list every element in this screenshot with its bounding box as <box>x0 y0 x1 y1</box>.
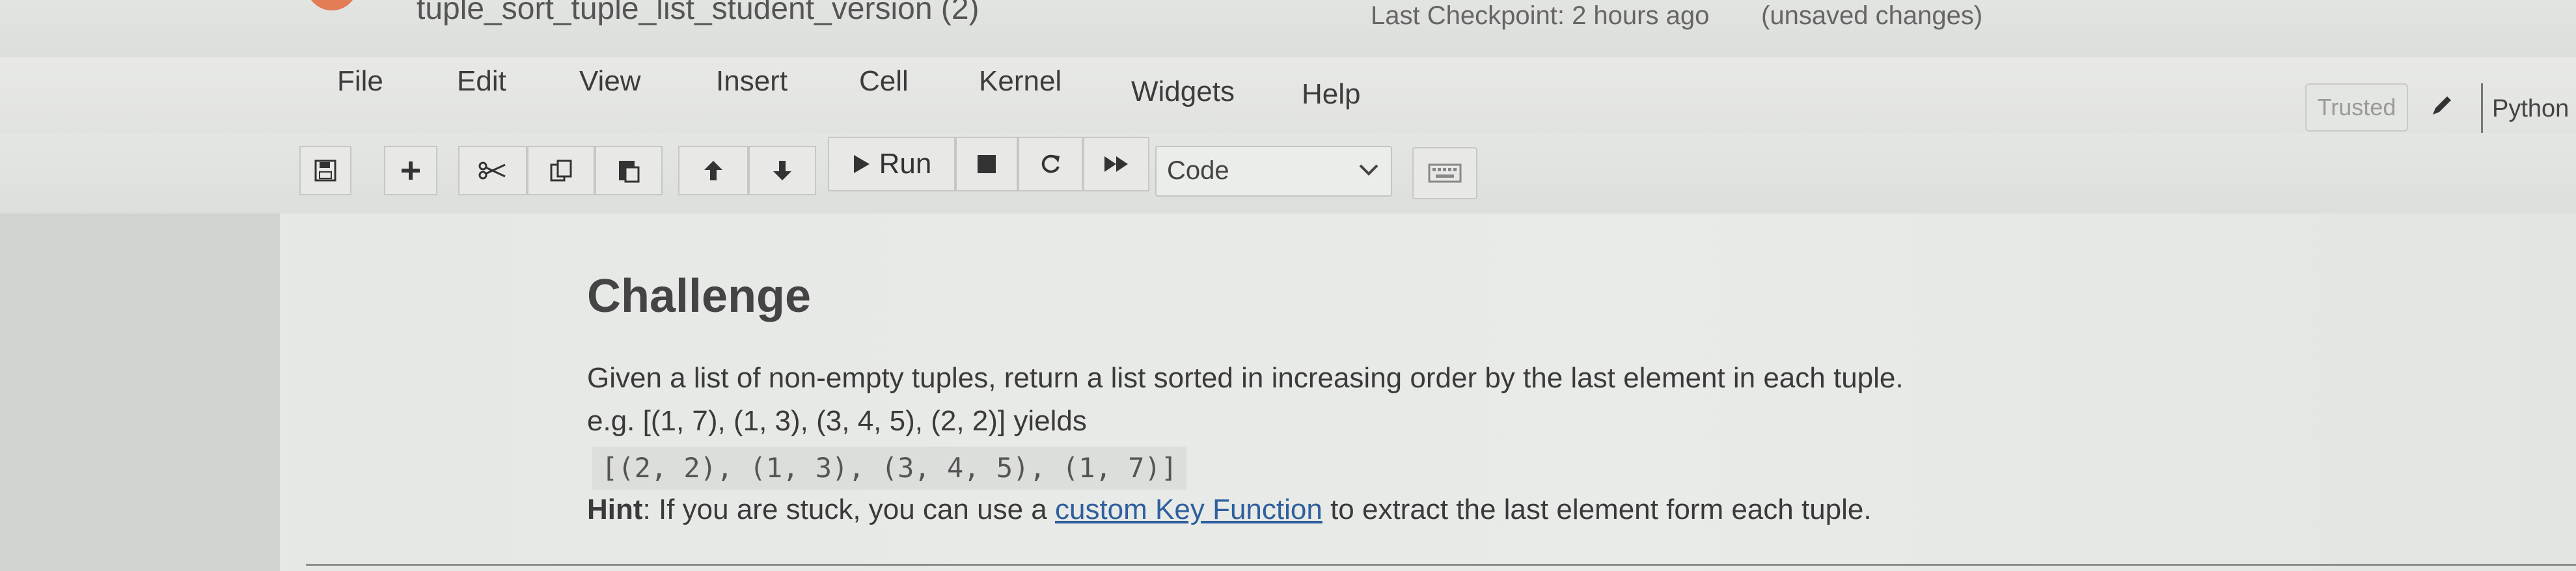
arrow-up-icon <box>702 159 724 182</box>
challenge-description: Given a list of non-empty tuples, return… <box>587 362 1904 394</box>
plus-icon <box>400 160 422 182</box>
menu-file[interactable]: File <box>337 65 383 98</box>
cell-divider <box>306 564 2576 566</box>
paste-icon <box>616 158 641 183</box>
custom-key-function-link[interactable]: custom Key Function <box>1055 494 1322 525</box>
checkpoint-status: Last Checkpoint: 2 hours ago <box>1371 1 1710 30</box>
pencil-icon[interactable] <box>2429 92 2455 118</box>
move-down-button[interactable] <box>748 146 816 195</box>
arrow-down-icon <box>771 159 793 182</box>
save-button[interactable] <box>299 146 351 195</box>
chevron-down-icon <box>1358 163 1379 180</box>
cell-type-value: Code <box>1167 156 1229 185</box>
run-icon <box>852 153 871 175</box>
menu-kernel[interactable]: Kernel <box>979 65 1062 98</box>
notebook-header: tuple_sort_tuple_list_student_version (2… <box>0 0 2576 57</box>
hint-label: Hint <box>587 494 643 525</box>
autosave-status: (unsaved changes) <box>1761 1 1983 30</box>
menubar: File Edit View Insert Cell Kernel Widget… <box>0 57 2576 134</box>
run-button[interactable]: Run <box>828 137 955 191</box>
menu-cell[interactable]: Cell <box>859 65 909 98</box>
restart-icon <box>1039 152 1062 176</box>
example-output-code: [(2, 2), (1, 3), (3, 4, 5), (1, 7)] <box>592 447 1187 490</box>
notebook-name[interactable]: tuple_sort_tuple_list_student_version (2… <box>417 0 980 25</box>
example-text: e.g. [(1, 7), (1, 3), (3, 4, 5), (2, 2)]… <box>587 405 1087 437</box>
save-icon <box>314 159 337 182</box>
keyboard-icon <box>1428 163 1462 183</box>
menu-help[interactable]: Help <box>1302 78 1361 111</box>
hint-text: Hint: If you are stuck, you can use a cu… <box>587 494 1872 526</box>
insert-cell-button[interactable] <box>384 146 437 195</box>
menu-widgets[interactable]: Widgets <box>1131 76 1235 108</box>
restart-button[interactable] <box>1018 137 1083 191</box>
menu-view[interactable]: View <box>579 65 641 98</box>
cut-button[interactable] <box>458 146 527 195</box>
move-up-button[interactable] <box>678 146 748 195</box>
trusted-badge[interactable]: Trusted <box>2305 83 2408 132</box>
command-palette-button[interactable] <box>1412 147 1477 199</box>
cell-heading: Challenge <box>587 270 812 322</box>
paste-button[interactable] <box>595 146 663 195</box>
copy-button[interactable] <box>527 146 595 195</box>
fast-forward-icon <box>1103 154 1130 174</box>
run-label: Run <box>879 148 932 180</box>
kernel-indicator[interactable]: Python <box>2481 83 2576 134</box>
cell-type-select[interactable]: Code <box>1155 146 1392 197</box>
hint-before-link: : If you are stuck, you can use a <box>642 494 1055 525</box>
copy-icon <box>549 158 573 183</box>
restart-run-all-button[interactable] <box>1083 137 1149 191</box>
menu-edit[interactable]: Edit <box>457 65 506 98</box>
hint-after-link: to extract the last element form each tu… <box>1322 494 1872 525</box>
toolbar: Run Code <box>0 133 2576 214</box>
menu-insert[interactable]: Insert <box>716 65 788 98</box>
stop-icon <box>976 153 998 175</box>
scissors-icon <box>478 161 508 180</box>
jupyter-logo[interactable] <box>306 0 358 10</box>
interrupt-button[interactable] <box>955 137 1018 191</box>
